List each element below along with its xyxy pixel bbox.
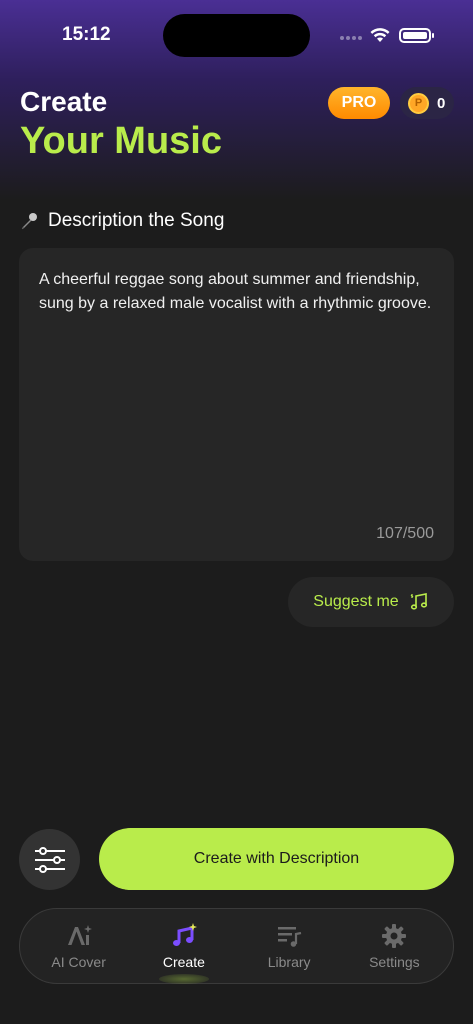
microphone-icon (21, 213, 37, 230)
pro-button[interactable]: PRO (328, 87, 390, 119)
tab-label: Settings (369, 954, 420, 970)
coin-icon: P (408, 92, 429, 114)
coin-count: 0 (437, 94, 446, 112)
music-notes-icon (410, 593, 427, 610)
tab-bar: AI Cover Create Library Settings (19, 908, 454, 984)
gear-icon (382, 924, 407, 948)
create-with-description-button[interactable]: Create with Description (99, 828, 454, 890)
tab-create[interactable]: Create (134, 922, 234, 984)
description-text[interactable]: A cheerful reggae song about summer and … (39, 268, 434, 316)
page-subtitle: Your Music (20, 120, 222, 162)
ai-sparkle-icon (67, 925, 92, 945)
suggest-label: Suggest me (313, 593, 399, 610)
tab-label: Create (162, 954, 205, 970)
tab-ai-cover[interactable]: AI Cover (29, 922, 129, 970)
dynamic-island (163, 14, 310, 57)
battery-icon (399, 28, 434, 43)
playlist-icon (278, 927, 302, 947)
music-note-sparkle-icon (172, 923, 197, 946)
character-counter: 107/500 (376, 525, 434, 542)
page-title: Create (20, 86, 108, 117)
section-label-text: Description the Song (48, 210, 225, 231)
status-time: 15:12 (62, 24, 111, 45)
suggest-me-button[interactable]: Suggest me (288, 577, 454, 627)
tab-library[interactable]: Library (239, 922, 339, 970)
description-label: Description the Song (20, 210, 224, 232)
wifi-icon (370, 28, 390, 42)
tab-label: Library (267, 954, 311, 970)
status-bar: 15:12 (0, 0, 473, 70)
description-field[interactable]: A cheerful reggae song about summer and … (19, 248, 454, 561)
signal-icon (340, 36, 364, 40)
advanced-settings-button[interactable] (19, 829, 80, 890)
sliders-icon (34, 846, 65, 873)
tab-settings[interactable]: Settings (344, 922, 444, 970)
tab-label: AI Cover (51, 954, 106, 970)
coin-balance[interactable]: P 0 (400, 87, 454, 119)
